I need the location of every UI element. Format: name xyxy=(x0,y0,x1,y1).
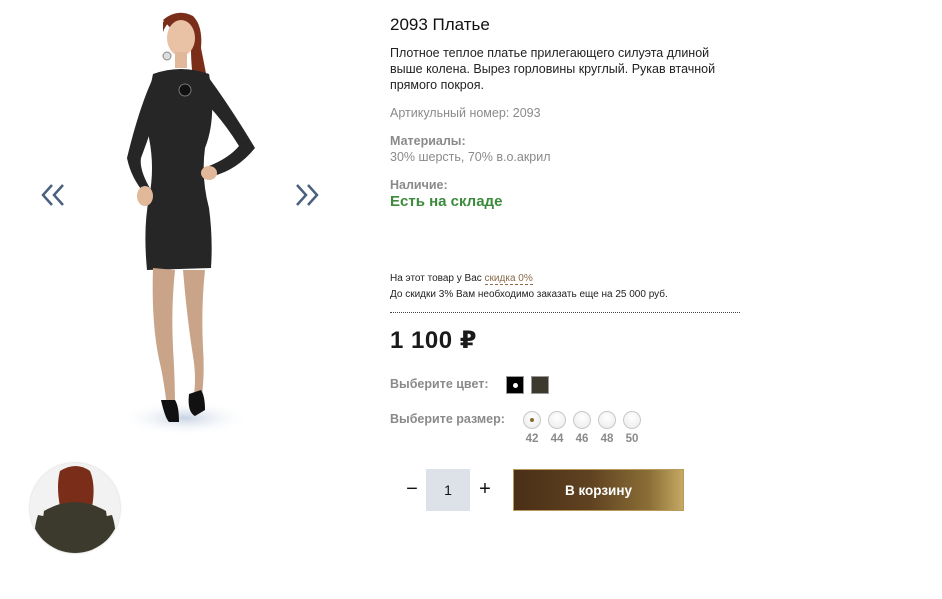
discount-info: На этот товар у Вас скидка 0% xyxy=(390,273,533,285)
product-title: 2093 Платье xyxy=(390,15,490,34)
size-label: 46 xyxy=(575,433,589,445)
size-label: 48 xyxy=(600,433,614,445)
selected-indicator xyxy=(530,418,534,422)
size-radio[interactable] xyxy=(523,411,541,429)
availability-label: Наличие: xyxy=(390,178,448,192)
availability-status: Есть на складе xyxy=(390,193,503,210)
size-selector-label: Выберите размер: xyxy=(390,412,505,426)
add-to-cart-button[interactable]: В корзину xyxy=(513,469,684,511)
size-label: 42 xyxy=(525,433,539,445)
color-selector-label: Выберите цвет: xyxy=(390,377,489,391)
discount-link[interactable]: скидка 0% xyxy=(484,273,533,285)
materials-value: 30% шерсть, 70% в.о.акрил xyxy=(390,150,551,164)
size-option-48[interactable]: 48 xyxy=(597,411,617,445)
size-option-50[interactable]: 50 xyxy=(622,411,642,445)
size-label: 50 xyxy=(625,433,639,445)
product-main-image xyxy=(105,8,270,448)
product-thumbnail-back[interactable] xyxy=(30,463,120,553)
size-radio[interactable] xyxy=(548,411,566,429)
product-sku: Артикульный номер: 2093 xyxy=(390,106,541,120)
product-price: 1 100 ₽ xyxy=(390,327,477,354)
gallery-next-button[interactable] xyxy=(290,178,324,212)
size-radio[interactable] xyxy=(573,411,591,429)
chevron-double-left-icon xyxy=(41,184,64,206)
chevron-double-right-icon xyxy=(296,184,319,206)
discount-next-tier: До скидки 3% Вам необходимо заказать еще… xyxy=(390,289,668,300)
product-description: Плотное теплое платье прилегающего силуэ… xyxy=(390,46,716,92)
quantity-decrease-button[interactable]: − xyxy=(402,478,422,502)
materials-label: Материалы: xyxy=(390,134,466,148)
size-option-46[interactable]: 46 xyxy=(572,411,592,445)
divider xyxy=(390,312,740,313)
color-swatch-olive[interactable] xyxy=(531,376,549,394)
size-radio[interactable] xyxy=(623,411,641,429)
selected-indicator xyxy=(512,382,518,388)
color-swatch-black[interactable] xyxy=(506,376,524,394)
size-option-44[interactable]: 44 xyxy=(547,411,567,445)
size-label: 44 xyxy=(550,433,564,445)
size-option-42[interactable]: 42 xyxy=(522,411,542,445)
gallery-prev-button[interactable] xyxy=(36,178,70,212)
size-radio[interactable] xyxy=(598,411,616,429)
quantity-input[interactable] xyxy=(426,469,470,511)
discount-prefix: На этот товар у Вас xyxy=(390,273,482,284)
quantity-increase-button[interactable]: + xyxy=(475,478,495,502)
